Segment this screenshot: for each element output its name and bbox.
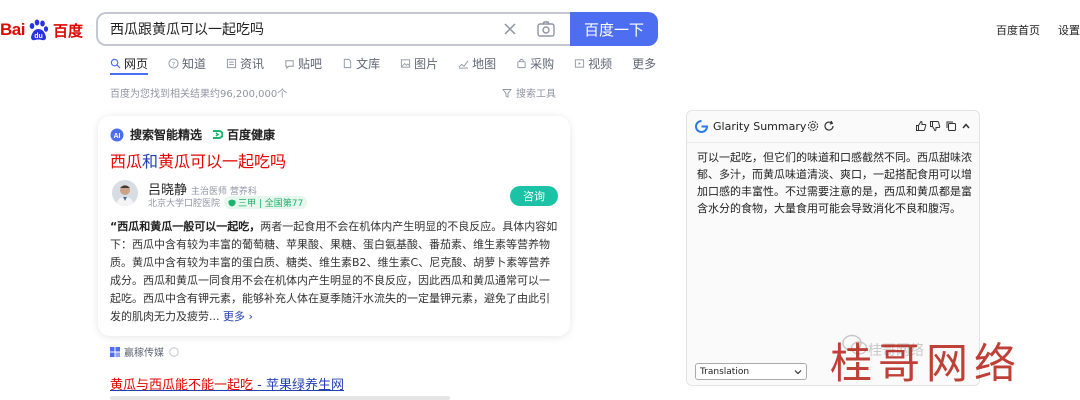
gear-icon[interactable]: [807, 120, 819, 132]
search-tools-label: 搜索工具: [516, 89, 556, 100]
copy-icon[interactable]: [945, 120, 957, 132]
tab-tieba[interactable]: 贴吧: [284, 54, 322, 72]
thumbs-up-icon[interactable]: [915, 120, 927, 132]
settings-link[interactable]: 设置: [1058, 22, 1080, 38]
tab-label: 更多: [632, 56, 657, 71]
home-link[interactable]: 百度首页: [996, 22, 1040, 38]
tab-label: 地图: [472, 56, 497, 71]
card-header: AI 搜索智能精选 百度健康: [110, 126, 275, 143]
top-links: 百度首页 设置: [996, 22, 1080, 38]
ai-label: 搜索智能精选: [130, 128, 203, 142]
glarity-logo-icon: [695, 120, 708, 133]
card-body: “西瓜和黄瓜一般可以一起吃，两者一起食用不会在机体内产生明显的不良反应。具体内容…: [110, 218, 560, 326]
body-highlight: “西瓜和黄瓜一般可以一起吃，: [110, 220, 261, 233]
result-link[interactable]: 黄瓜与西瓜能不能一起吃 - 苹果绿养生网: [110, 374, 344, 393]
filter-icon: [502, 88, 512, 98]
paw-icon: du: [29, 19, 49, 41]
info-icon: [169, 346, 179, 357]
refresh-icon[interactable]: [823, 120, 835, 132]
tab-more[interactable]: 更多: [632, 54, 656, 72]
doctor-avatar-icon: [112, 180, 138, 206]
tab-video[interactable]: 视频: [574, 54, 612, 72]
logo-text-cn: 百度: [52, 21, 83, 40]
translation-select-value: Translation: [700, 366, 750, 377]
health-label: 百度健康: [227, 128, 276, 142]
ai-icon: AI: [110, 128, 124, 141]
logo-text-bai: Bai: [0, 20, 25, 39]
thumbs-down-icon[interactable]: [929, 120, 941, 132]
translation-select[interactable]: Translation: [695, 363, 807, 380]
glarity-summary-text: 可以一起吃，但它们的味道和口感截然不同。西瓜甜味浓郁、多汁，而黄瓜味道清淡、爽口…: [697, 151, 972, 215]
svg-text:AI: AI: [114, 133, 121, 140]
baidu-logo[interactable]: Bai du 百度: [0, 12, 83, 48]
search-box: [96, 12, 570, 46]
glarity-title: Glarity Summary: [713, 120, 807, 133]
tieba-icon: [285, 59, 294, 69]
source-name: 赢稼传媒: [124, 348, 164, 359]
hospital-name: 北京大学口腔医院: [148, 199, 221, 209]
search-tabs: 网页 ? 知道 资讯 贴吧 文库 图片 地图 采购 视频 更多: [110, 54, 676, 72]
news-icon: [226, 58, 237, 68]
avatar[interactable]: [112, 180, 138, 206]
result-count: 百度为您找到相关结果约96,200,000个: [110, 89, 288, 100]
watermark-text: 桂哥网络: [830, 339, 1023, 388]
clear-icon[interactable]: [502, 21, 518, 37]
tab-label: 知道: [182, 56, 207, 71]
ai-answer-card: AI 搜索智能精选 百度健康 西瓜和黄瓜可以一起吃吗 吕晓静 主治医师 营养科 北…: [98, 116, 570, 336]
map-icon: [458, 59, 469, 69]
tab-label: 采购: [530, 56, 555, 71]
result-snippet-placeholder: [110, 396, 450, 400]
hospital-row: 北京大学口腔医院 三甲 | 全国第77: [148, 196, 308, 209]
tab-news[interactable]: 资讯: [226, 54, 264, 72]
svg-text:?: ?: [172, 60, 175, 68]
tab-purchase[interactable]: 采购: [516, 54, 554, 72]
source-logo-icon: [110, 346, 120, 357]
shield-icon: [228, 199, 236, 206]
hospital-grade-badge: 三甲 | 全国第77: [224, 196, 308, 209]
body-text: 两者一起食用不会在机体内产生明显的不良反应。具体内容如下：西瓜中含有较为丰富的葡…: [110, 220, 558, 323]
tab-label: 网页: [124, 56, 149, 71]
tab-label: 资讯: [240, 56, 265, 71]
tab-wenku[interactable]: 文库: [342, 54, 380, 72]
search-tools[interactable]: 搜索工具: [502, 85, 556, 100]
chevron-up-icon[interactable]: [961, 121, 971, 131]
search-icon: [110, 58, 121, 69]
tab-label: 贴吧: [298, 56, 323, 71]
tab-label: 图片: [414, 56, 439, 71]
tab-map[interactable]: 地图: [458, 54, 496, 72]
card-title[interactable]: 西瓜和黄瓜可以一起吃吗: [110, 148, 286, 172]
health-icon: [213, 130, 224, 139]
more-link[interactable]: 更多 ›: [223, 310, 253, 323]
camera-icon[interactable]: [536, 20, 556, 38]
consult-button[interactable]: 咨询: [510, 186, 558, 206]
tab-zhidao[interactable]: ? 知道: [168, 54, 206, 72]
source-row[interactable]: 赢稼传媒: [110, 344, 179, 359]
search-input[interactable]: [110, 14, 490, 44]
tab-label: 视频: [588, 56, 613, 71]
video-icon: [575, 58, 585, 68]
search-button[interactable]: 百度一下: [570, 12, 658, 46]
active-tab-indicator: [110, 73, 148, 75]
question-icon: ?: [168, 57, 179, 69]
tab-images[interactable]: 图片: [400, 54, 438, 72]
chevron-down-icon: [794, 370, 802, 375]
glarity-header: Glarity Summary: [687, 111, 979, 143]
doc-icon: [343, 58, 352, 68]
tab-label: 文库: [356, 56, 381, 71]
image-icon: [400, 58, 411, 68]
svg-text:du: du: [34, 33, 43, 40]
tab-web[interactable]: 网页: [110, 54, 148, 72]
cart-icon: [517, 58, 526, 68]
